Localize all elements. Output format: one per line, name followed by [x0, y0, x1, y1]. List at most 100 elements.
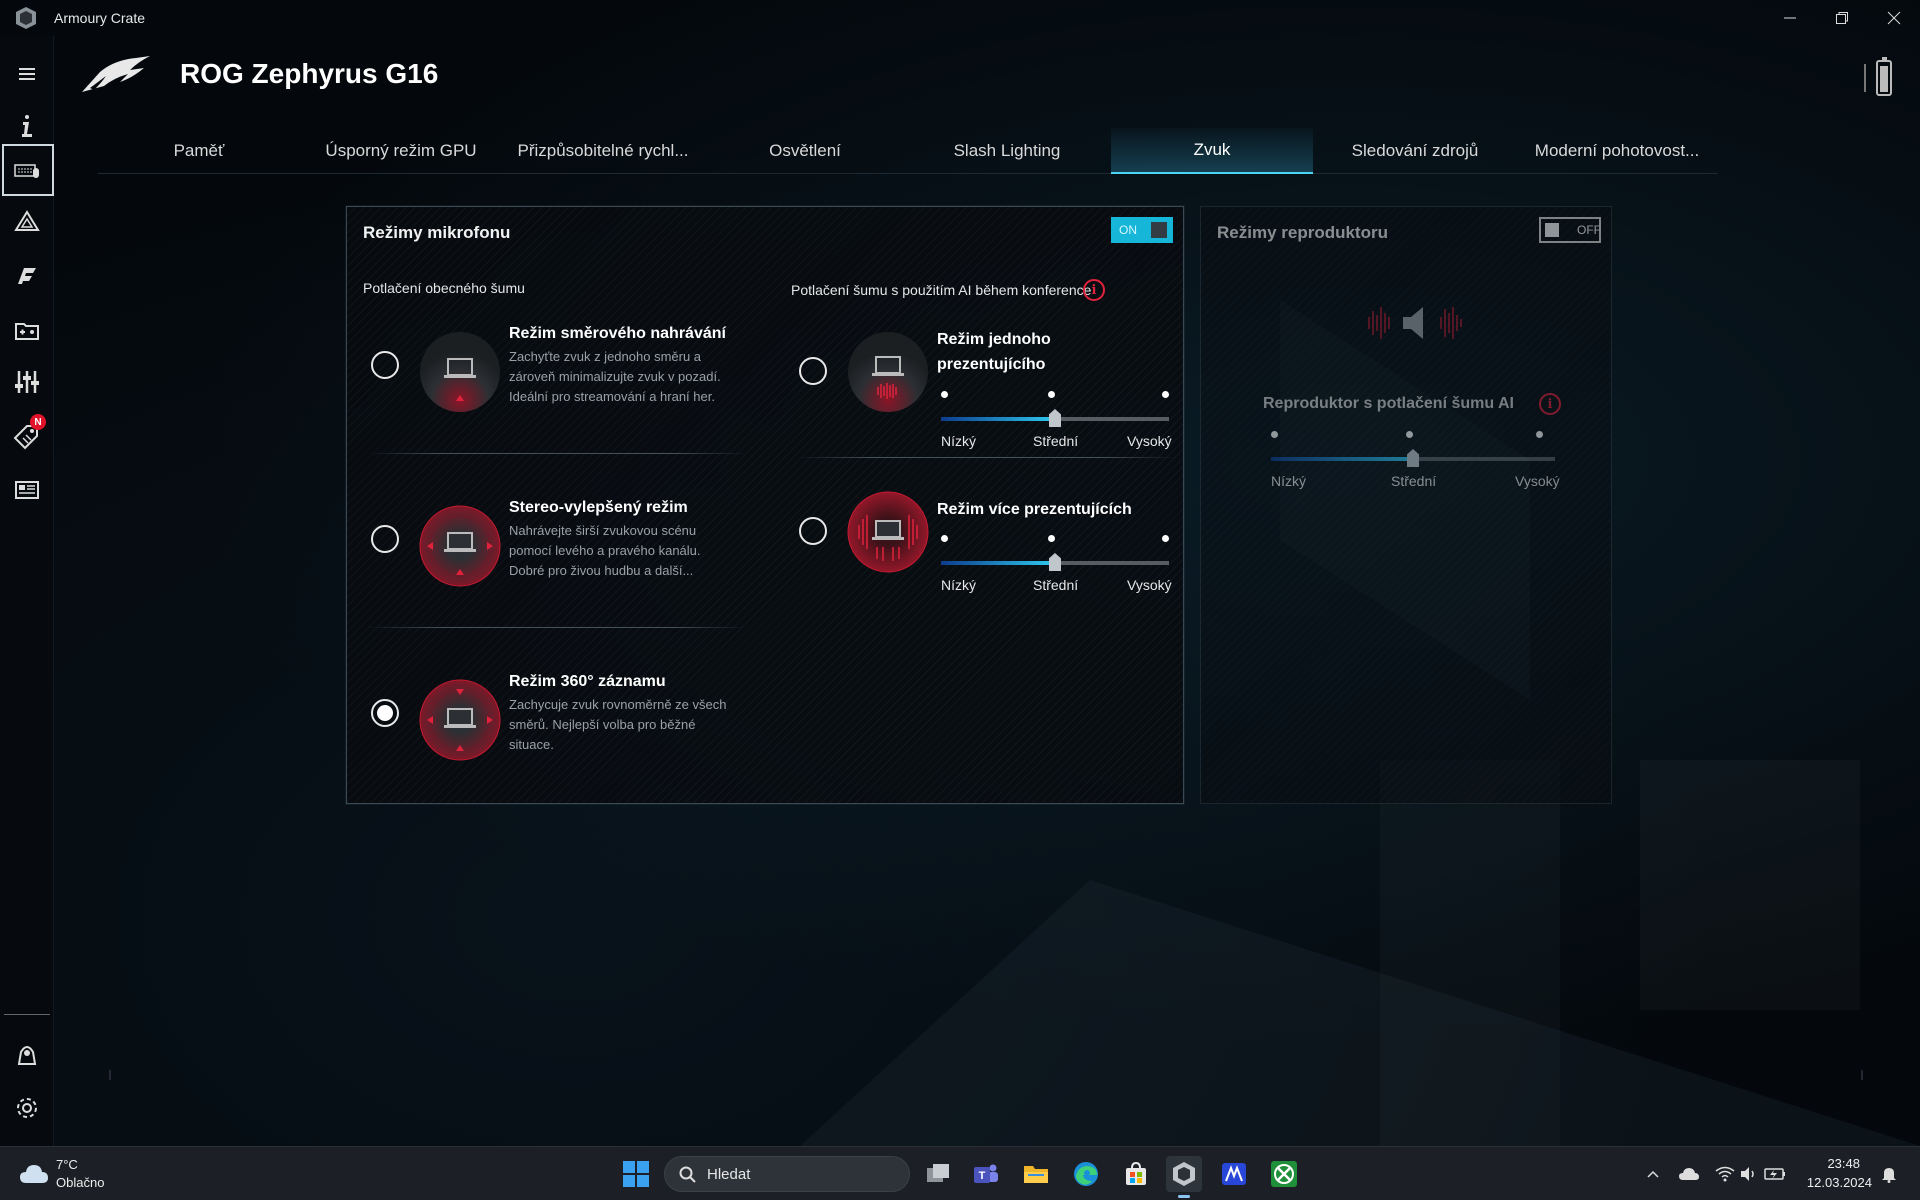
slider-thumb[interactable] [1407, 449, 1419, 467]
directional-mode-desc-1: Zachyťte zvuk z jednoho směru a [509, 349, 702, 364]
battery-icon [1876, 57, 1892, 96]
armoury-crate-logo-icon [16, 7, 36, 29]
speaker-volume-icon [1741, 1167, 1754, 1181]
360-mode-title: Režim 360° záznamu [509, 673, 666, 690]
xbox-icon [1271, 1161, 1297, 1187]
single-presenter-radio[interactable] [799, 357, 827, 385]
nav-gamevisual[interactable] [0, 250, 54, 302]
volume-tray-button[interactable] [1738, 1163, 1760, 1185]
aura-triangle-icon [14, 210, 40, 231]
clock-date[interactable]: 12.03.2024 [1807, 1175, 1872, 1190]
show-hidden-icons-button[interactable] [1642, 1163, 1664, 1185]
speaker-panel-title: Režimy reproduktoru [1217, 223, 1388, 242]
tab-custom-fan[interactable]: Přizpůsobitelné rychl... [502, 128, 704, 174]
ai-noise-label: Potlačení šumu s použitím AI během konfe… [791, 282, 1092, 298]
speaker-modes-panel: Režimy reproduktoru OFF Reproduktor s po… [1200, 206, 1612, 804]
nav-user-center[interactable] [0, 1028, 54, 1080]
nav-settings[interactable] [0, 1082, 54, 1134]
restore-button[interactable] [1816, 0, 1868, 36]
tab-resource-monitor[interactable]: Sledování zdrojů [1314, 128, 1516, 174]
tab-slash-lighting[interactable]: Slash Lighting [906, 128, 1108, 174]
file-explorer-button[interactable] [1018, 1156, 1054, 1192]
armoury-crate-taskbar-button[interactable] [1166, 1156, 1202, 1198]
battery-tray-button[interactable] [1764, 1163, 1786, 1185]
svg-text:T: T [979, 1170, 986, 1182]
tab-modern-standby[interactable]: Moderní pohotovost... [1516, 128, 1718, 174]
slider-dot [1048, 535, 1055, 542]
multi-presenter-title: Režim více prezentujících [937, 501, 1132, 518]
edge-button[interactable] [1068, 1156, 1104, 1192]
multi-presenter-radio[interactable] [799, 517, 827, 545]
slider-dot [1536, 431, 1543, 438]
speaker-toggle[interactable]: OFF [1539, 217, 1601, 243]
minimize-button[interactable] [1764, 0, 1816, 36]
divider [797, 457, 1177, 458]
edge-browser-icon [1074, 1162, 1098, 1186]
single-presenter-title-2: prezentujícího [937, 356, 1046, 373]
slider-label-low: Nízký [941, 577, 976, 593]
nav-deals[interactable]: N [0, 410, 54, 462]
notification-badge: N [30, 414, 46, 430]
slider-dot [941, 391, 948, 398]
search-placeholder: Hledat [707, 1166, 751, 1183]
myasus-icon [1222, 1163, 1246, 1185]
slider-dot [941, 535, 948, 542]
close-button[interactable] [1868, 0, 1920, 36]
slider-thumb[interactable] [1049, 553, 1061, 571]
directional-mode-desc-3: Ideální pro streamování a hraní her. [509, 389, 715, 404]
360-mode-radio[interactable] [371, 699, 399, 727]
clock-time[interactable]: 23:48 [1827, 1156, 1860, 1171]
weather-temperature[interactable]: 7°C [56, 1157, 78, 1172]
nav-game-library[interactable] [0, 304, 54, 356]
mic-panel-title: Režimy mikrofonu [363, 223, 511, 242]
speaker-ai-slider[interactable]: Nízký Střední Vysoký [1271, 431, 1560, 491]
menu-button[interactable] [0, 48, 54, 100]
directional-mode-radio[interactable] [371, 351, 399, 379]
active-app-indicator [1178, 1195, 1190, 1198]
myasus-button[interactable] [1216, 1156, 1252, 1192]
multi-presenter-icon [847, 491, 929, 573]
keyboard-mouse-icon [14, 164, 39, 178]
slider-dot [1271, 431, 1278, 438]
windows-taskbar: 7°C Oblačno Hledat T 23:48 12.03.2024 [0, 1146, 1920, 1200]
slider-label-mid: Střední [1033, 577, 1079, 593]
speaker-info-icon[interactable]: i [1539, 393, 1561, 415]
onedrive-tray-button[interactable] [1678, 1163, 1700, 1185]
search-icon [679, 1166, 696, 1183]
mic-toggle[interactable]: ON [1111, 217, 1173, 243]
rog-logo-icon [82, 56, 150, 92]
slider-dot [1162, 535, 1169, 542]
single-presenter-title-1: Režim jednoho [937, 331, 1051, 348]
chevron-up-icon [1647, 1170, 1659, 1178]
tab-sound[interactable]: Zvuk [1111, 128, 1313, 174]
start-button[interactable] [618, 1156, 654, 1192]
windows-start-icon [623, 1161, 649, 1187]
wifi-tray-button[interactable] [1714, 1163, 1736, 1185]
directional-mode-icon [420, 332, 500, 412]
notifications-button[interactable] [1878, 1163, 1900, 1185]
slider-label-mid: Střední [1033, 433, 1079, 449]
tab-gpu-eco-mode[interactable]: Úsporný režim GPU [300, 128, 502, 174]
360-mode-desc-1: Zachycuje zvuk rovnoměrně ze všech [509, 697, 727, 712]
taskbar-search[interactable]: Hledat [664, 1156, 910, 1192]
nav-aura[interactable] [0, 196, 54, 248]
teams-button[interactable]: T [968, 1156, 1004, 1192]
nav-news[interactable] [0, 464, 54, 516]
task-view-button[interactable] [920, 1156, 956, 1192]
single-presenter-slider[interactable]: Nízký Střední Vysoký [941, 391, 1172, 451]
nav-device[interactable] [2, 144, 54, 196]
weather-description[interactable]: Oblačno [56, 1175, 104, 1190]
store-button[interactable] [1118, 1156, 1154, 1192]
ai-info-icon[interactable]: i [1083, 279, 1105, 301]
nav-scenario-profiles[interactable] [0, 356, 54, 408]
left-navigation: N [0, 36, 54, 1146]
xbox-button[interactable] [1266, 1156, 1302, 1192]
multi-presenter-slider[interactable]: Nízký Střední Vysoký [941, 535, 1172, 595]
slider-thumb[interactable] [1049, 409, 1061, 427]
stereo-mode-radio[interactable] [371, 525, 399, 553]
general-noise-label: Potlačení obecného šumu [363, 280, 525, 296]
tab-lighting[interactable]: Osvětlení [704, 128, 906, 174]
weather-cloud-icon[interactable] [18, 1161, 50, 1185]
restore-icon [1836, 12, 1848, 24]
tab-memory[interactable]: Paměť [98, 128, 300, 174]
